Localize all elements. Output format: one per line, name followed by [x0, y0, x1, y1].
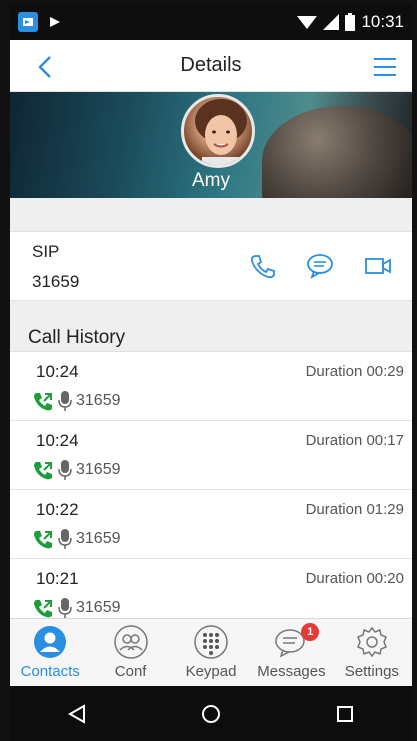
outgoing-call-icon [34, 393, 52, 411]
call-duration: Duration 00:20 [305, 570, 404, 587]
chevron-left-icon [38, 56, 51, 78]
call-button[interactable] [248, 252, 276, 280]
sip-label: SIP [32, 242, 60, 261]
call-duration: Duration 01:29 [305, 501, 404, 518]
keypad-icon [194, 625, 228, 659]
unread-badge: 1 [301, 623, 320, 641]
outgoing-call-icon [34, 531, 52, 549]
tab-contacts[interactable]: Contacts [10, 619, 90, 686]
chat-bubble-icon [307, 254, 333, 279]
app-notification-icon [18, 12, 38, 32]
call-number: 31659 [76, 392, 121, 409]
app-header: Details [10, 40, 412, 92]
page-title: Details [180, 54, 242, 76]
outgoing-call-icon [34, 462, 52, 480]
tab-messages[interactable]: 1 Messages [251, 619, 331, 686]
call-duration: Duration 00:17 [305, 432, 404, 449]
nav-back-button[interactable] [57, 694, 97, 734]
tab-conf[interactable]: Conf [90, 619, 170, 686]
call-history-item[interactable]: 10:21 Duration 00:20 31659 [10, 559, 412, 618]
tab-keypad[interactable]: Keypad [171, 619, 251, 686]
tab-settings[interactable]: Settings [332, 619, 412, 686]
bottom-tab-bar: Contacts Conf Keypad 1 Messages Settings [10, 618, 412, 686]
contacts-icon [33, 625, 67, 659]
section-spacer-2 [10, 300, 412, 322]
message-button[interactable] [306, 252, 334, 280]
microphone-icon [58, 529, 72, 549]
tab-label: Conf [114, 663, 147, 680]
back-triangle-icon [67, 703, 85, 724]
call-time: 10:24 [36, 362, 79, 381]
call-number: 31659 [76, 530, 121, 547]
video-camera-icon [365, 258, 391, 274]
contact-sip-row: SIP 31659 [10, 232, 412, 300]
status-bar: 10:31 [10, 4, 412, 40]
microphone-icon [58, 598, 72, 618]
call-time: 10:24 [36, 431, 79, 450]
call-number: 31659 [76, 461, 121, 478]
microphone-icon [58, 391, 72, 411]
nav-home-button[interactable] [191, 694, 231, 734]
contact-name: Amy [192, 170, 230, 191]
settings-icon [355, 625, 389, 659]
play-icon [50, 17, 60, 27]
call-number: 31659 [76, 599, 121, 616]
recents-square-icon [337, 705, 353, 722]
avatar [181, 94, 255, 168]
call-history-item[interactable]: 10:22 Duration 01:29 31659 [10, 490, 412, 559]
microphone-icon [58, 460, 72, 480]
hamburger-menu-icon [374, 58, 396, 76]
call-time: 10:21 [36, 569, 79, 588]
home-circle-icon [202, 704, 220, 723]
contact-banner: Amy [10, 92, 412, 198]
call-history-title: Call History [10, 322, 412, 352]
call-history-item[interactable]: 10:24 Duration 00:29 31659 [10, 352, 412, 421]
tab-label: Keypad [185, 663, 237, 680]
tab-label: Contacts [20, 663, 80, 680]
call-duration: Duration 00:29 [305, 363, 404, 380]
call-history-list[interactable]: 10:24 Duration 00:29 31659 10:24 Duratio… [10, 352, 412, 618]
wifi-icon [297, 16, 318, 29]
phone-icon [250, 255, 275, 279]
tab-label: Settings [344, 663, 399, 680]
sip-number: 31659 [32, 272, 80, 291]
call-time: 10:22 [36, 500, 79, 519]
video-call-button[interactable] [364, 252, 392, 280]
call-history-item[interactable]: 10:24 Duration 00:17 31659 [10, 421, 412, 490]
menu-button[interactable] [370, 52, 400, 82]
system-nav-bar [10, 686, 412, 741]
outgoing-call-icon [34, 600, 52, 618]
conference-icon [113, 625, 148, 659]
status-time: 10:31 [361, 12, 404, 31]
nav-recents-button[interactable] [325, 694, 365, 734]
tab-label: Messages [257, 663, 326, 680]
signal-icon [323, 14, 340, 30]
section-spacer [10, 198, 412, 232]
back-button[interactable] [32, 52, 62, 82]
battery-icon [345, 13, 356, 31]
